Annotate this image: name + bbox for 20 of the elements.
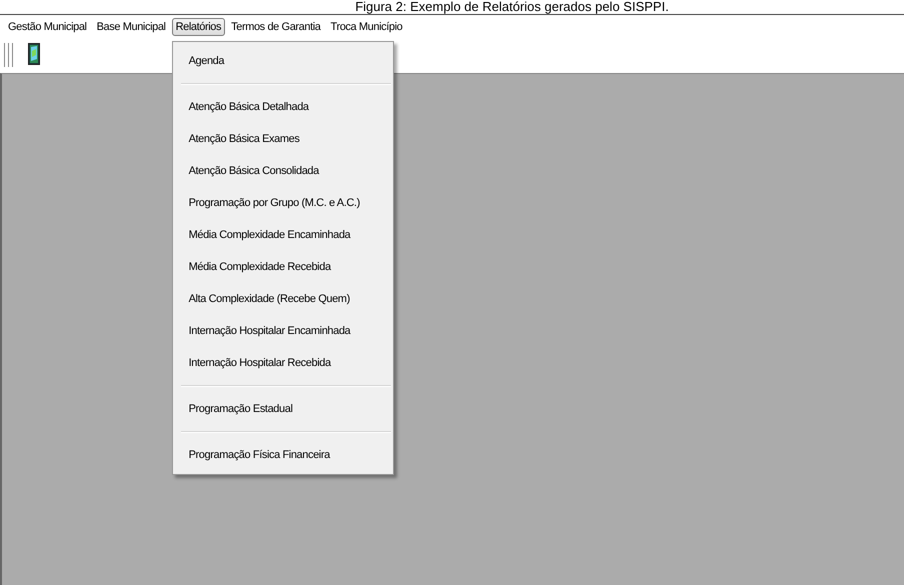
menu-item[interactable]: Relatórios — [172, 18, 226, 36]
menu-option[interactable]: Programação Estadual — [174, 392, 391, 424]
menu-item[interactable]: Termos de Garantia — [227, 18, 325, 36]
menu-option[interactable]: Atenção Básica Consolidada — [174, 154, 391, 186]
menu-option[interactable]: Agenda — [174, 44, 391, 76]
menu-item[interactable]: Troca Município — [326, 18, 406, 36]
grip-icon — [4, 43, 14, 67]
menu-item[interactable]: Base Municipal — [92, 18, 170, 36]
menu-option[interactable]: Internação Hospitalar Recebida — [174, 346, 391, 378]
figure-caption: Figura 2: Exemplo de Relatórios gerados pelo SISPPI. — [354, 0, 670, 14]
menu-item[interactable]: Gestão Municipal — [4, 18, 91, 36]
menu-option[interactable]: Internação Hospitalar Encaminhada — [174, 314, 391, 346]
menu-option[interactable]: Média Complexidade Recebida — [174, 250, 391, 282]
door-icon[interactable] — [28, 43, 40, 65]
menu-option[interactable]: Programação por Grupo (M.C. e A.C.) — [174, 186, 391, 218]
menu-option[interactable]: Atenção Básica Detalhada — [174, 90, 391, 122]
menu-option[interactable]: Média Complexidade Encaminhada — [174, 218, 391, 250]
menu-option[interactable]: Alta Complexidade (Recebe Quem) — [174, 282, 391, 314]
menu-option[interactable]: Atenção Básica Exames — [174, 122, 391, 154]
menu-option[interactable]: Programação Física Financeira — [174, 438, 391, 470]
